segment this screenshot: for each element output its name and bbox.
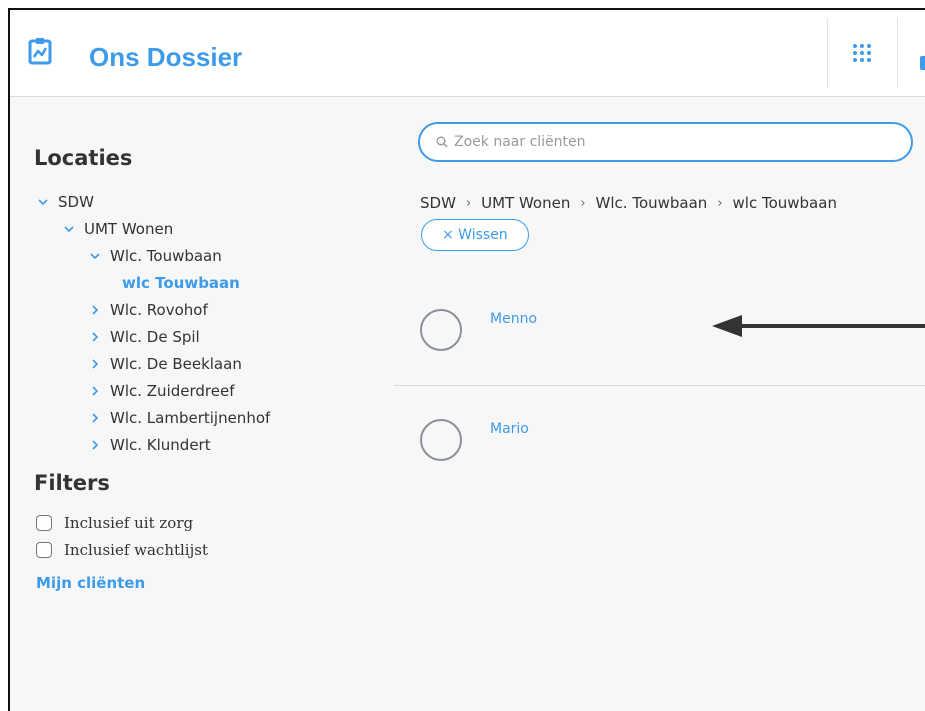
breadcrumb-item[interactable]: SDW <box>420 194 456 212</box>
chevron-right-icon <box>88 305 102 315</box>
tree-item-umt-wonen[interactable]: UMT Wonen <box>62 219 173 239</box>
tree-item-label: Wlc. Zuiderdreef <box>110 382 235 400</box>
clear-filter-button[interactable]: × Wissen <box>421 219 529 251</box>
tree-item-wlc-de-beeklaan[interactable]: Wlc. De Beeklaan <box>88 354 242 374</box>
tree-item-wlc-de-spil[interactable]: Wlc. De Spil <box>88 327 200 347</box>
filter-inclusief-wachtlijst[interactable]: Inclusief wachtlijst <box>36 541 208 559</box>
app-title[interactable]: Ons Dossier <box>89 44 242 70</box>
my-clients-link[interactable]: Mijn cliënten <box>36 574 145 592</box>
breadcrumb-item[interactable]: UMT Wonen <box>481 194 570 212</box>
tree-item-label: UMT Wonen <box>84 220 174 238</box>
tree-item-label: Wlc. Lambertijnenhof <box>110 409 271 427</box>
tree-item-wlc-rovohof[interactable]: Wlc. Rovohof <box>88 300 208 320</box>
checkbox[interactable] <box>36 542 52 558</box>
clipboard-chart-icon[interactable] <box>28 37 52 65</box>
breadcrumb-item[interactable]: wlc Touwbaan <box>733 194 837 212</box>
checkbox[interactable] <box>36 515 52 531</box>
search-input[interactable] <box>452 133 896 151</box>
tree-item-wlc-lambertijnenhof[interactable]: Wlc. Lambertijnenhof <box>88 408 270 428</box>
chevron-right-icon <box>88 413 102 423</box>
filters-title: Filters <box>34 471 110 495</box>
chevron-right-icon <box>88 440 102 450</box>
chevron-right-icon <box>88 332 102 342</box>
chevron-down-icon <box>36 199 50 205</box>
tree-item-label: Wlc. Klundert <box>110 436 211 454</box>
breadcrumb: SDW › UMT Wonen › Wlc. Touwbaan › wlc To… <box>420 194 837 212</box>
search-box[interactable] <box>418 122 913 162</box>
client-name[interactable]: Menno <box>490 311 537 327</box>
tree-item-label: Wlc. De Spil <box>110 328 200 346</box>
client-row-mario[interactable]: Mario <box>394 395 925 495</box>
tree-item-label: Wlc. De Beeklaan <box>110 355 242 373</box>
tree-item-label: Wlc. Rovohof <box>110 301 208 319</box>
app-header: Ons Dossier <box>10 10 925 97</box>
sidebar: Locaties SDW UMT Wonen Wlc. Touwbaan wlc… <box>10 96 394 711</box>
apps-menu-button[interactable] <box>827 18 897 88</box>
tree-item-wlc-zuiderdreef[interactable]: Wlc. Zuiderdreef <box>88 381 234 401</box>
filter-inclusief-uit-zorg[interactable]: Inclusief uit zorg <box>36 514 193 532</box>
arrow-left-icon <box>712 315 925 337</box>
tree-item-wlc-touwbaan[interactable]: Wlc. Touwbaan <box>88 246 222 266</box>
row-divider <box>394 385 925 386</box>
avatar <box>420 309 462 351</box>
grid-dots-icon <box>853 44 871 62</box>
filter-label: Inclusief wachtlijst <box>64 541 208 559</box>
tree-item-label: SDW <box>58 193 94 211</box>
tree-item-label: Wlc. Touwbaan <box>110 247 222 265</box>
chevron-right-icon: › <box>580 195 586 211</box>
tree-item-sdw[interactable]: SDW <box>36 192 94 212</box>
chevron-right-icon: › <box>717 195 723 211</box>
filter-label: Inclusief uit zorg <box>64 514 194 532</box>
app-frame: Ons Dossier Locaties SDW UMT Wonen Wlc. … <box>8 8 925 711</box>
header-divider <box>897 18 898 88</box>
chevron-down-icon <box>62 226 76 232</box>
locations-title: Locaties <box>34 146 133 170</box>
breadcrumb-item[interactable]: Wlc. Touwbaan <box>596 194 708 212</box>
search-icon <box>436 136 448 148</box>
chevron-right-icon <box>88 386 102 396</box>
chevron-right-icon <box>88 359 102 369</box>
chat-icon[interactable] <box>920 56 925 70</box>
chevron-down-icon <box>88 253 102 259</box>
client-name[interactable]: Mario <box>490 421 529 437</box>
tree-item-wlc-touwbaan-selected[interactable]: wlc Touwbaan <box>122 273 240 293</box>
tree-item-label: wlc Touwbaan <box>122 274 240 292</box>
avatar <box>420 419 462 461</box>
tree-item-wlc-klundert[interactable]: Wlc. Klundert <box>88 435 211 455</box>
chevron-right-icon: › <box>465 195 472 211</box>
